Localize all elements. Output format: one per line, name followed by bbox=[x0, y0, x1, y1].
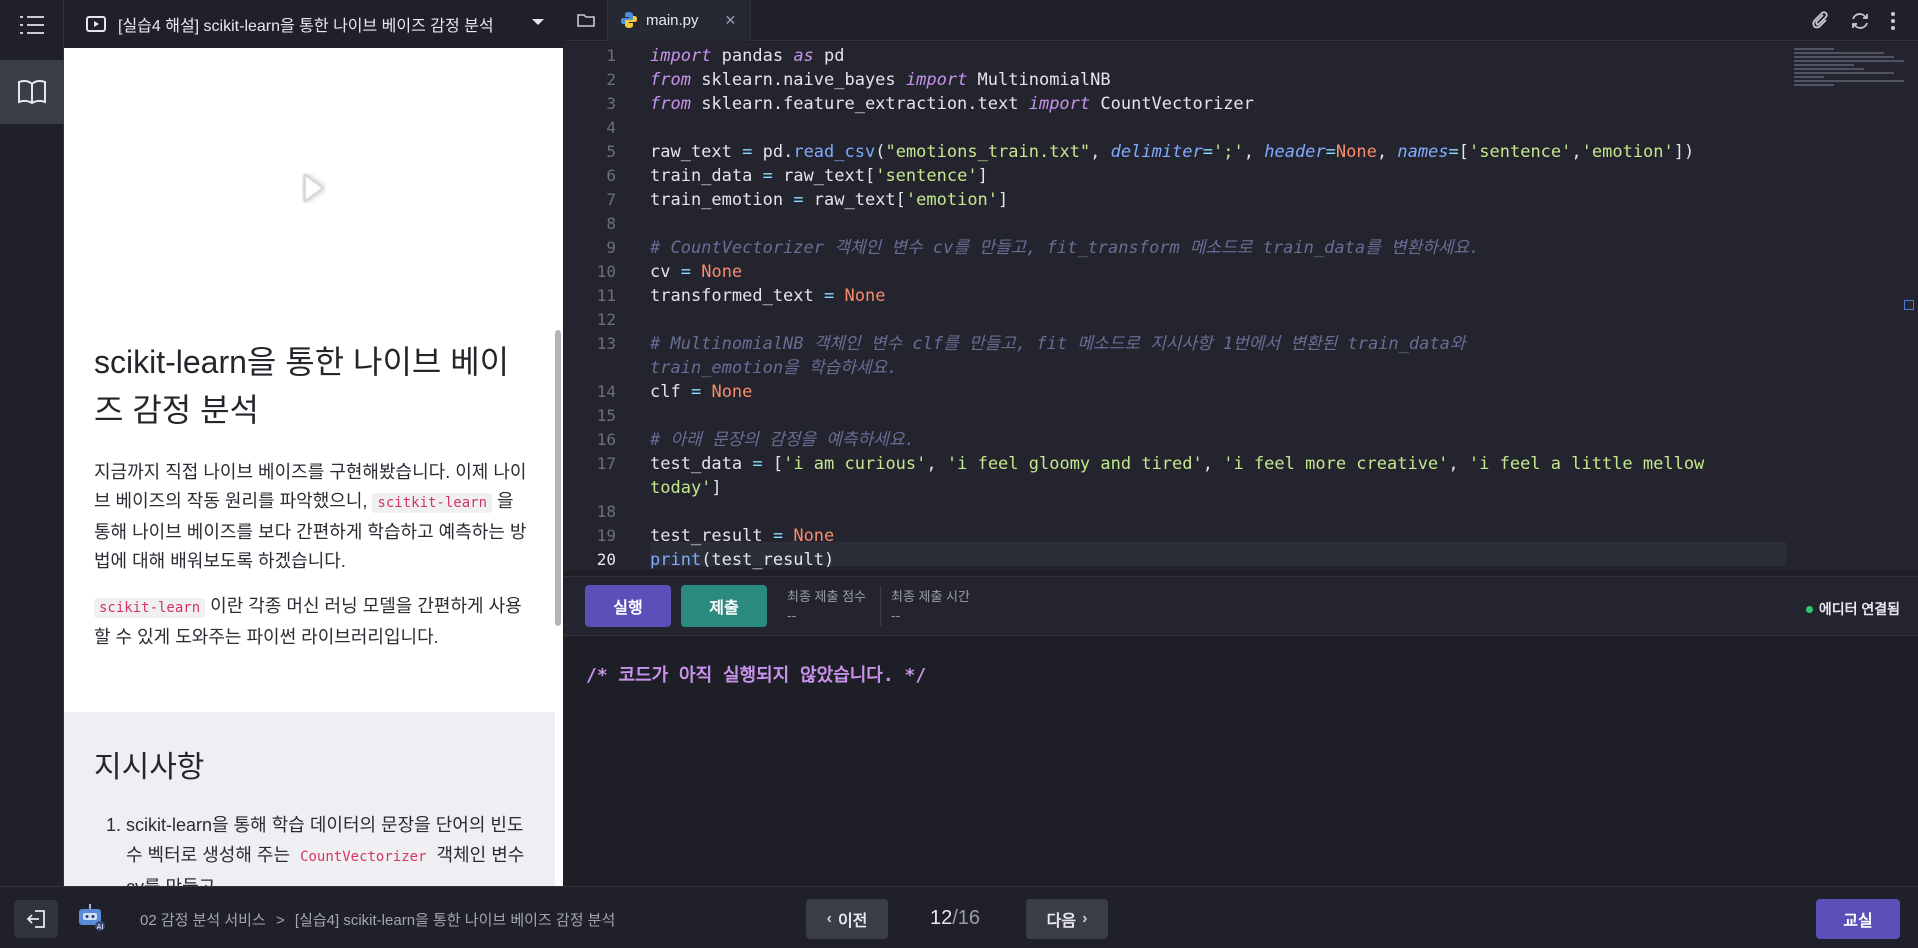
code-line: 14 clf = None bbox=[596, 382, 753, 402]
lesson-header: [실습4 해설] scikit-learn을 통한 나이브 베이즈 감정 분석 bbox=[64, 0, 563, 48]
breadcrumb: 02 감정 분석 서비스 > [실습4] scikit-learn을 통한 나이… bbox=[140, 909, 615, 930]
breadcrumb-section[interactable]: 02 감정 분석 서비스 bbox=[140, 912, 266, 929]
lesson-paragraph-1: 지금까지 직접 나이브 베이즈를 구현해봤습니다. 이제 나이브 베이즈의 작동… bbox=[94, 458, 533, 576]
robot-icon: AI bbox=[79, 904, 105, 931]
console-text: /* 코드가 아직 실행되지 않았습니다. */ bbox=[586, 665, 927, 686]
run-bar: 실행 제출 최종 제출 점수 -- 최종 제출 시간 -- 에디터 연결됨 bbox=[564, 576, 1918, 636]
editor-actions bbox=[1812, 0, 1918, 41]
code-line: 15 bbox=[596, 406, 616, 425]
left-rail bbox=[0, 0, 64, 886]
svg-text:AI: AI bbox=[97, 923, 104, 931]
ai-helper-button[interactable]: AI bbox=[76, 901, 108, 938]
page-total: /16 bbox=[952, 907, 981, 929]
code-line: 11 transformed_text = None bbox=[596, 286, 886, 306]
breadcrumb-separator: > bbox=[275, 912, 285, 929]
final-score-label: 최종 제출 점수 bbox=[787, 589, 866, 604]
folder-icon bbox=[576, 14, 595, 27]
editor-tabs: main.py ✕ bbox=[564, 0, 1918, 41]
code-editor[interactable]: 1 import pandas as pd 2 from sklearn.naive… bbox=[564, 42, 1918, 570]
exit-icon bbox=[26, 910, 45, 928]
code-line: 19 test_result = None bbox=[596, 526, 835, 546]
video-player[interactable] bbox=[64, 48, 563, 328]
code-line: 18 bbox=[596, 502, 616, 521]
code-line: 6 train_data = raw_text['sentence'] bbox=[606, 166, 988, 186]
code-line: 4 bbox=[606, 118, 616, 137]
refresh-icon[interactable] bbox=[1850, 11, 1870, 31]
exit-button[interactable] bbox=[14, 900, 58, 938]
lesson-panel: scikit-learn을 통한 나이브 베이즈 감정 분석 지금까지 직접 나… bbox=[64, 48, 563, 886]
lesson-heading: scikit-learn을 통한 나이브 베이즈 감정 분석 bbox=[94, 344, 510, 428]
connection-status: 에디터 연결됨 bbox=[1805, 599, 1900, 619]
connection-status-label: 에디터 연결됨 bbox=[1818, 601, 1900, 617]
task-heading: 지시사항 bbox=[94, 751, 205, 784]
book-icon bbox=[18, 79, 46, 105]
status-dot-icon bbox=[1805, 605, 1813, 613]
next-button[interactable]: 다음 › bbox=[1026, 899, 1108, 939]
prev-button[interactable]: ‹ 이전 bbox=[806, 899, 888, 939]
task-list: scikit-learn을 통해 학습 데이터의 문장을 단어의 빈도수 벡터로… bbox=[94, 810, 525, 886]
code-line: 12 bbox=[596, 310, 616, 329]
lesson-content: scikit-learn을 통한 나이브 베이즈 감정 분석 지금까지 직접 나… bbox=[64, 338, 563, 652]
final-submit-time: 최종 제출 시간 -- bbox=[891, 588, 970, 624]
lesson-paragraph-2: scikit-learn 이란 각종 머신 러닝 모델을 간편하게 사용할 수 … bbox=[94, 592, 533, 652]
output-console: /* 코드가 아직 실행되지 않았습니다. */ bbox=[564, 637, 1918, 886]
divider bbox=[879, 586, 881, 626]
code-line: 5 raw_text = pd.read_csv("emotions_train.… bbox=[606, 142, 1695, 162]
play-icon[interactable] bbox=[302, 173, 326, 203]
more-vertical-icon[interactable] bbox=[1890, 11, 1896, 31]
code-line: today'] bbox=[650, 478, 722, 498]
tab-label: main.py bbox=[646, 11, 699, 29]
chevron-down-icon[interactable] bbox=[531, 17, 545, 27]
minimap-viewport[interactable] bbox=[1904, 300, 1914, 310]
list-item: scikit-learn을 통해 학습 데이터의 문장을 단어의 빈도수 벡터로… bbox=[126, 810, 525, 886]
code-line: 20 print(test_result) bbox=[596, 550, 835, 570]
python-icon bbox=[621, 12, 637, 28]
code-line: 16 # 아래 문장의 감정을 예측하세요. bbox=[596, 430, 915, 450]
code-line: 9 # CountVectorizer 객체인 변수 cv를 만들고, fit_t… bbox=[606, 238, 1480, 258]
code-line: 7 train_emotion = raw_text['emotion'] bbox=[606, 190, 1009, 210]
tab-main-py[interactable]: main.py ✕ bbox=[608, 0, 752, 41]
code-line: 3 from sklearn.feature_extraction.text im… bbox=[606, 94, 1254, 114]
run-button[interactable]: 실행 bbox=[585, 585, 671, 627]
inline-code: scikit-learn bbox=[94, 598, 206, 618]
chevron-right-icon: › bbox=[1082, 910, 1088, 927]
footer-bar: AI 02 감정 분석 서비스 > [실습4] scikit-learn을 통한… bbox=[0, 886, 1918, 948]
folder-button[interactable] bbox=[564, 0, 608, 41]
classroom-button[interactable]: 교실 bbox=[1816, 899, 1900, 939]
lesson-header-title: [실습4 해설] scikit-learn을 통한 나이브 베이즈 감정 분석 bbox=[118, 18, 494, 35]
submit-button[interactable]: 제출 bbox=[681, 585, 767, 627]
chevron-left-icon: ‹ bbox=[826, 910, 832, 927]
task-section: 지시사항 scikit-learn을 통해 학습 데이터의 문장을 단어의 빈도… bbox=[64, 712, 555, 886]
paperclip-icon[interactable] bbox=[1812, 10, 1830, 31]
app-root: [실습4 해설] scikit-learn을 통한 나이브 베이즈 감정 분석 … bbox=[0, 0, 1918, 948]
next-label: 다음 bbox=[1046, 913, 1077, 930]
page-current: 12 bbox=[930, 907, 953, 929]
final-score: 최종 제출 점수 -- bbox=[787, 588, 866, 624]
page-indicator: 12/16 bbox=[930, 907, 980, 930]
minimap[interactable] bbox=[1794, 48, 1904, 94]
list-icon bbox=[20, 16, 44, 34]
code-line: 2 from sklearn.naive_bayes import Multino… bbox=[606, 70, 1111, 90]
code-line: 1 import pandas as pd bbox=[606, 46, 845, 66]
video-icon bbox=[86, 16, 106, 32]
prev-label: 이전 bbox=[837, 913, 868, 930]
inline-code: CountVectorizer bbox=[295, 847, 432, 867]
inline-code: scitkit-learn bbox=[372, 493, 492, 513]
code-line: 10 cv = None bbox=[596, 262, 743, 282]
code-line: 17 test_data = ['i am curious', 'i feel g… bbox=[596, 454, 1705, 474]
code-line: train_emotion을 학습하세요. bbox=[650, 358, 898, 378]
lesson-scrollbar[interactable] bbox=[555, 330, 561, 626]
final-time-value: -- bbox=[890, 607, 901, 623]
code-line: 13 # MultinomialNB 객체인 변수 clf를 만들고, fit 메… bbox=[596, 334, 1466, 354]
close-icon[interactable]: ✕ bbox=[725, 12, 737, 29]
final-score-value: -- bbox=[787, 607, 797, 623]
code-line: 8 bbox=[606, 214, 616, 233]
lesson-button[interactable] bbox=[0, 60, 64, 124]
breadcrumb-page: [실습4] scikit-learn을 통한 나이브 베이즈 감정 분석 bbox=[294, 912, 616, 929]
final-time-label: 최종 제출 시간 bbox=[890, 589, 970, 604]
menu-button[interactable] bbox=[0, 0, 64, 50]
